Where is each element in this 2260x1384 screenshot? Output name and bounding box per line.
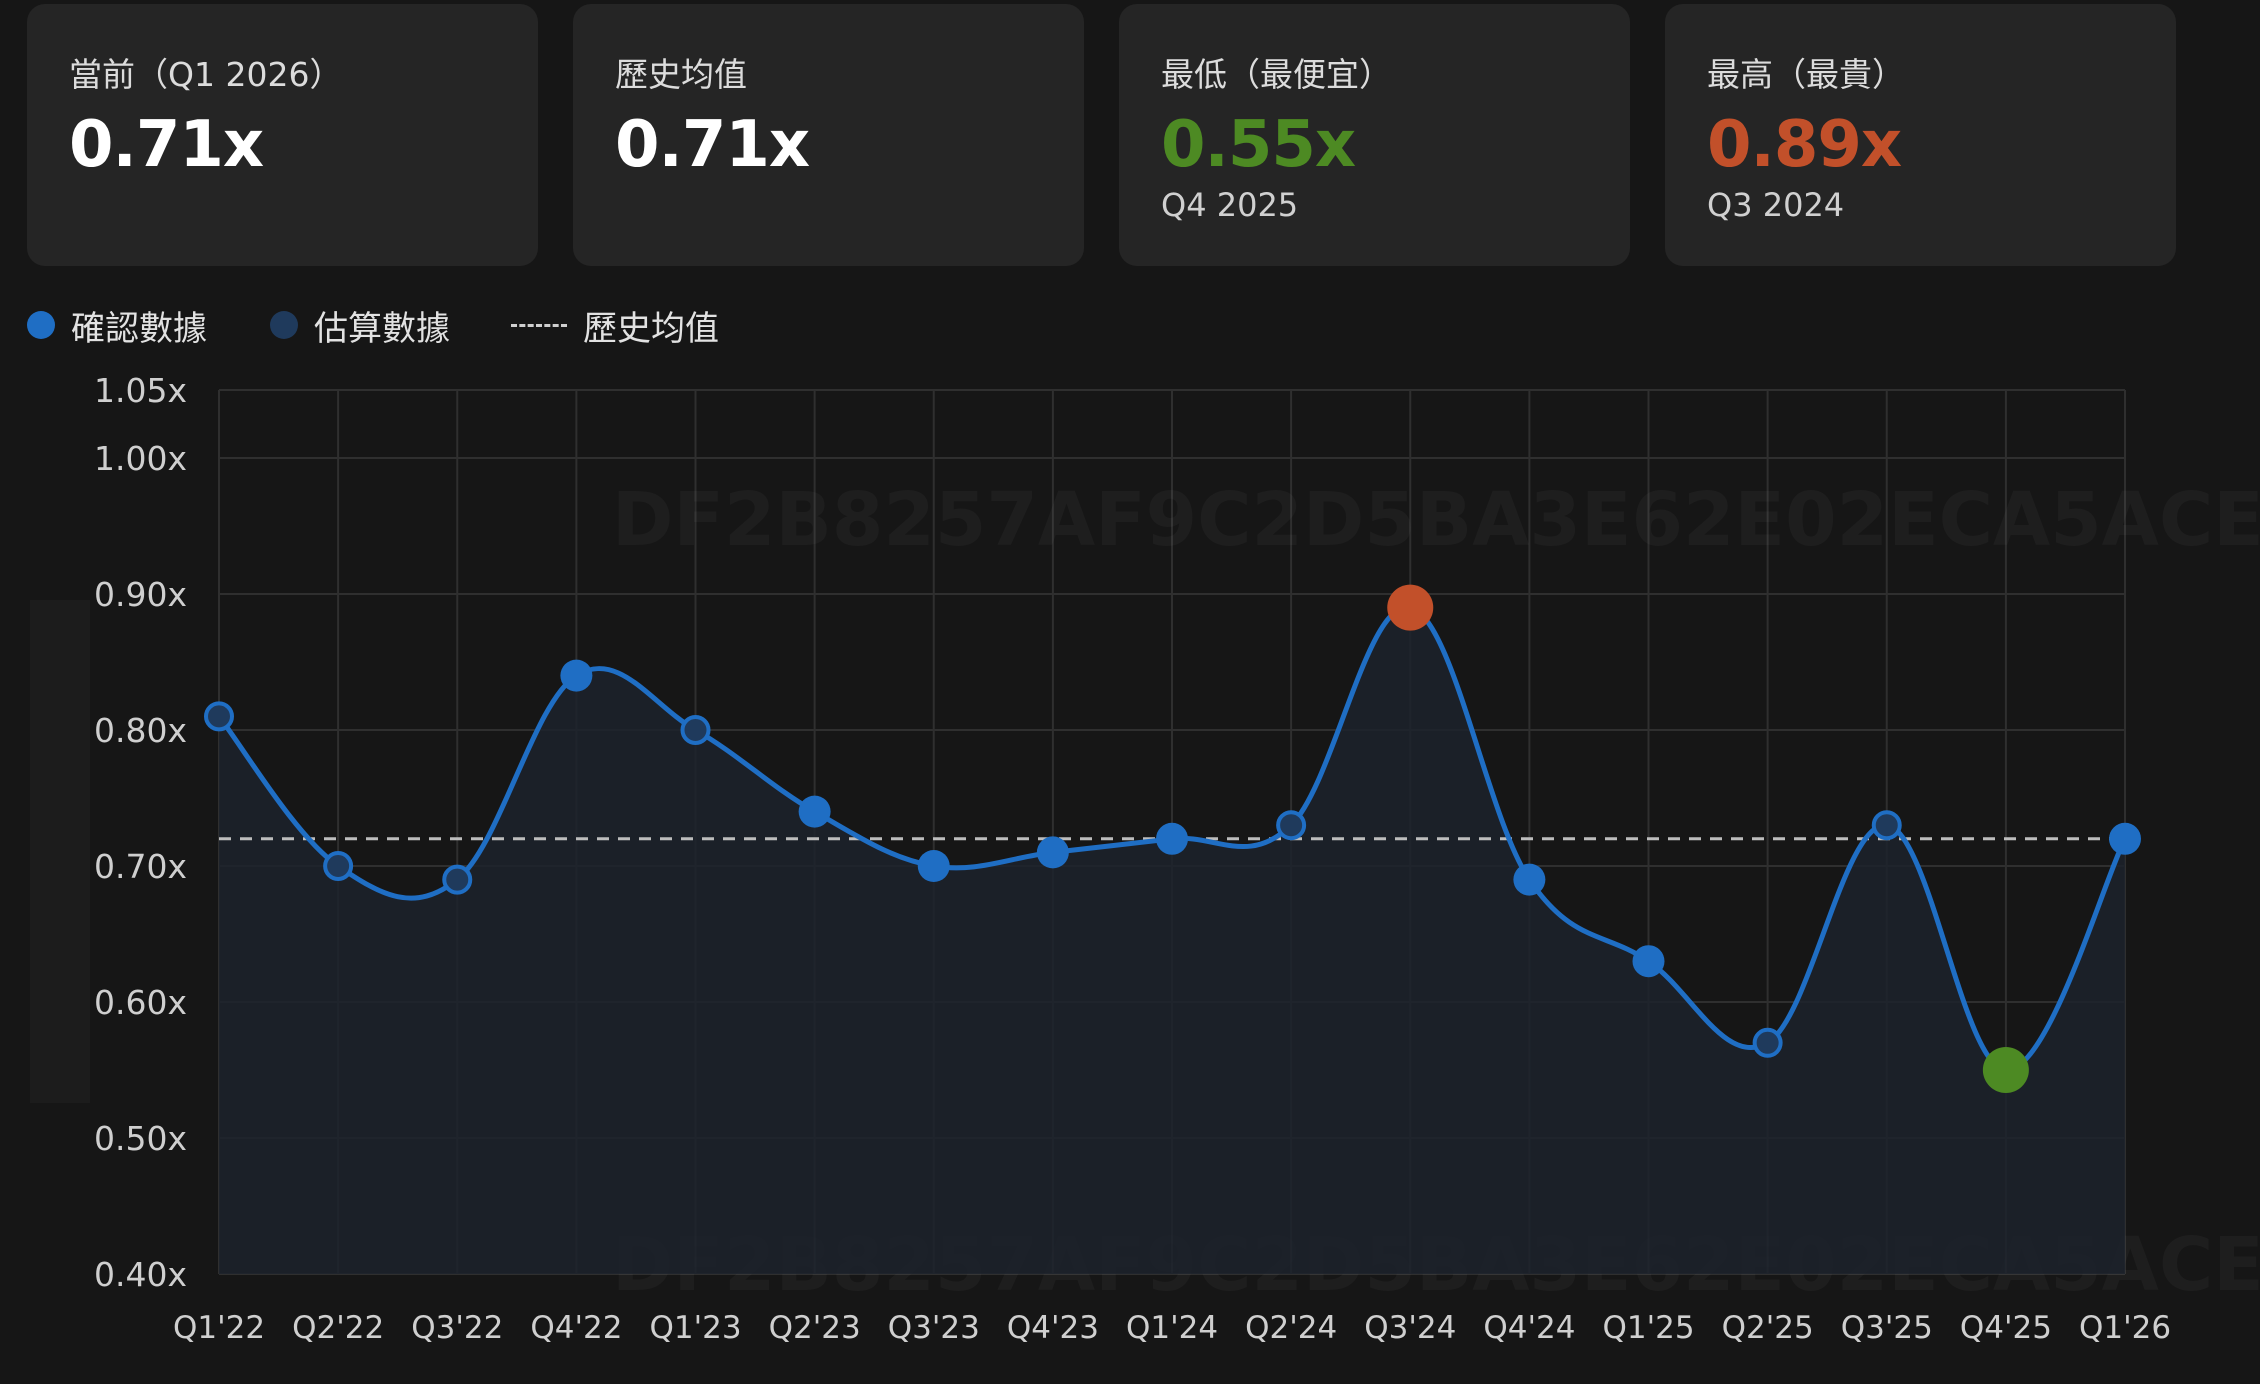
x-tick-label: Q3'22 [411,1310,503,1346]
pb-ratio-chart: 0.40x 0.50x 0.60x 0.70x 0.80x 0.90x 1.00x 1.05x… [94,371,2260,1346]
data-point-Q225 [1752,1027,1783,1058]
data-point-Q123 [680,715,711,745]
y-tick-label: 0.60x [94,983,187,1022]
data-point-Q325 [1871,810,1902,841]
y-tick-label: 1.00x [94,439,187,478]
data-point-Q422 [560,659,593,692]
y-tick-label: 0.50x [94,1119,187,1158]
x-tick-label: Q4'22 [530,1310,622,1346]
y-tick-label: 0.40x [94,1255,187,1294]
min-point [1982,1047,2029,1093]
data-point-Q122 [204,701,234,732]
x-tick-label: Q2'22 [292,1310,384,1346]
x-tick-label: Q3'25 [1841,1310,1933,1346]
data-point-Q126 [2109,822,2141,855]
x-axis-ticks: Q1'22 Q2'22 Q3'22 Q4'22 Q1'23 Q2'23 Q3'23 Q4'23… [173,1310,2171,1346]
y-tick-label: 0.90x [94,575,187,614]
x-tick-label: Q3'23 [888,1310,980,1346]
x-tick-label: Q1'24 [1126,1310,1218,1346]
x-tick-label: Q1'23 [649,1310,741,1346]
data-point-Q222 [323,851,354,881]
data-point-Q223 [798,795,831,828]
x-tick-label: Q3'24 [1364,1310,1456,1346]
x-tick-label: Q4'24 [1483,1310,1575,1346]
y-axis-ticks: 0.40x 0.50x 0.60x 0.70x 0.80x 0.90x 1.00x 1.05x [94,371,187,1294]
x-tick-label: Q4'23 [1007,1310,1099,1346]
data-point-Q323 [917,850,950,882]
data-point-Q424 [1513,863,1546,896]
y-tick-label: 0.80x [94,711,187,750]
x-tick-label: Q1'25 [1602,1310,1694,1346]
y-tick-label: 0.70x [94,847,187,886]
data-point-Q423 [1036,836,1069,869]
y-tick-label: 1.05x [94,371,187,410]
data-point-Q125 [1632,945,1665,978]
max-point [1387,584,1434,631]
data-point-Q322 [442,864,473,895]
x-tick-label: Q2'25 [1722,1310,1814,1346]
x-tick-label: Q2'24 [1245,1310,1337,1346]
x-tick-label: Q1'22 [173,1310,265,1346]
data-point-Q224 [1276,810,1307,841]
watermark-text: DF2B8257AF9C2D5BA3E62E02ECA5ACE [612,477,2260,563]
data-point-Q124 [1156,822,1188,855]
x-tick-label: Q4'25 [1960,1310,2052,1346]
x-tick-label: Q1'26 [2079,1310,2171,1346]
x-tick-label: Q2'23 [769,1310,861,1346]
